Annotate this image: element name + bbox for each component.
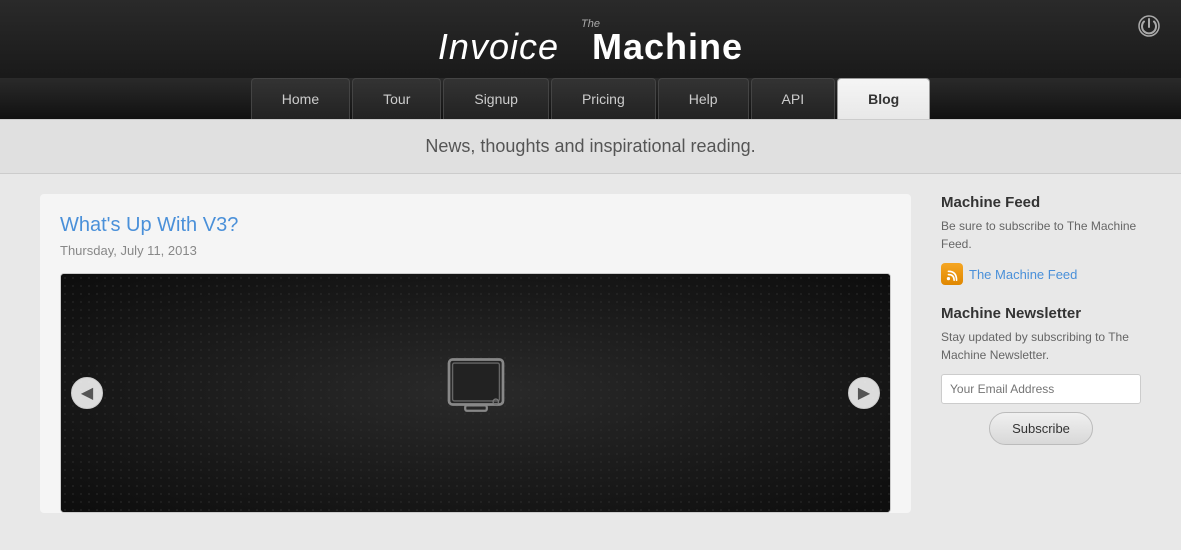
- logo-machine: Machine: [592, 26, 743, 67]
- email-input[interactable]: [941, 374, 1141, 404]
- main-content: What's Up With V3? Thursday, July 11, 20…: [0, 174, 1181, 533]
- slideshow: ◀ ▶: [60, 273, 891, 513]
- article-area: What's Up With V3? Thursday, July 11, 20…: [40, 194, 911, 513]
- slide-prev-button[interactable]: ◀: [71, 377, 103, 409]
- article-date: Thursday, July 11, 2013: [60, 243, 891, 258]
- feed-section: Machine Feed Be sure to subscribe to The…: [941, 194, 1141, 285]
- subscribe-button[interactable]: Subscribe: [989, 412, 1093, 445]
- chevron-right-icon: ▶: [858, 383, 870, 403]
- subtitle-bar: News, thoughts and inspirational reading…: [0, 119, 1181, 174]
- nav-item-tour[interactable]: Tour: [352, 78, 441, 119]
- logo-main: Invoice Machine: [438, 26, 743, 67]
- newsletter-heading: Machine Newsletter: [941, 305, 1141, 322]
- feed-text: Be sure to subscribe to The Machine Feed…: [941, 217, 1141, 253]
- chevron-left-icon: ◀: [81, 383, 93, 403]
- article-title: What's Up With V3?: [60, 214, 891, 237]
- logo-invoice: Invoice: [438, 26, 559, 67]
- nav-item-signup[interactable]: Signup: [443, 78, 549, 119]
- nav-item-api[interactable]: API: [751, 78, 836, 119]
- newsletter-section: Machine Newsletter Stay updated by subsc…: [941, 305, 1141, 445]
- power-icon[interactable]: [1137, 14, 1161, 38]
- feed-heading: Machine Feed: [941, 194, 1141, 211]
- nav-item-help[interactable]: Help: [658, 78, 749, 119]
- nav-item-pricing[interactable]: Pricing: [551, 78, 656, 119]
- slide-next-button[interactable]: ▶: [848, 377, 880, 409]
- sidebar: Machine Feed Be sure to subscribe to The…: [941, 194, 1141, 513]
- nav-item-home[interactable]: Home: [251, 78, 350, 119]
- nav-item-blog[interactable]: Blog: [837, 78, 930, 119]
- device-icon: [431, 346, 521, 441]
- newsletter-text: Stay updated by subscribing to The Machi…: [941, 328, 1141, 364]
- logo-area: The Invoice Machine: [0, 0, 1181, 78]
- subtitle-text: News, thoughts and inspirational reading…: [425, 136, 755, 156]
- slideshow-bg: [61, 274, 890, 512]
- rss-icon: [941, 263, 963, 285]
- header: The Invoice Machine Home Tour Signup Pri…: [0, 0, 1181, 119]
- feed-link-label: The Machine Feed: [969, 267, 1077, 282]
- nav: Home Tour Signup Pricing Help API Blog: [0, 78, 1181, 119]
- feed-link[interactable]: The Machine Feed: [941, 263, 1141, 285]
